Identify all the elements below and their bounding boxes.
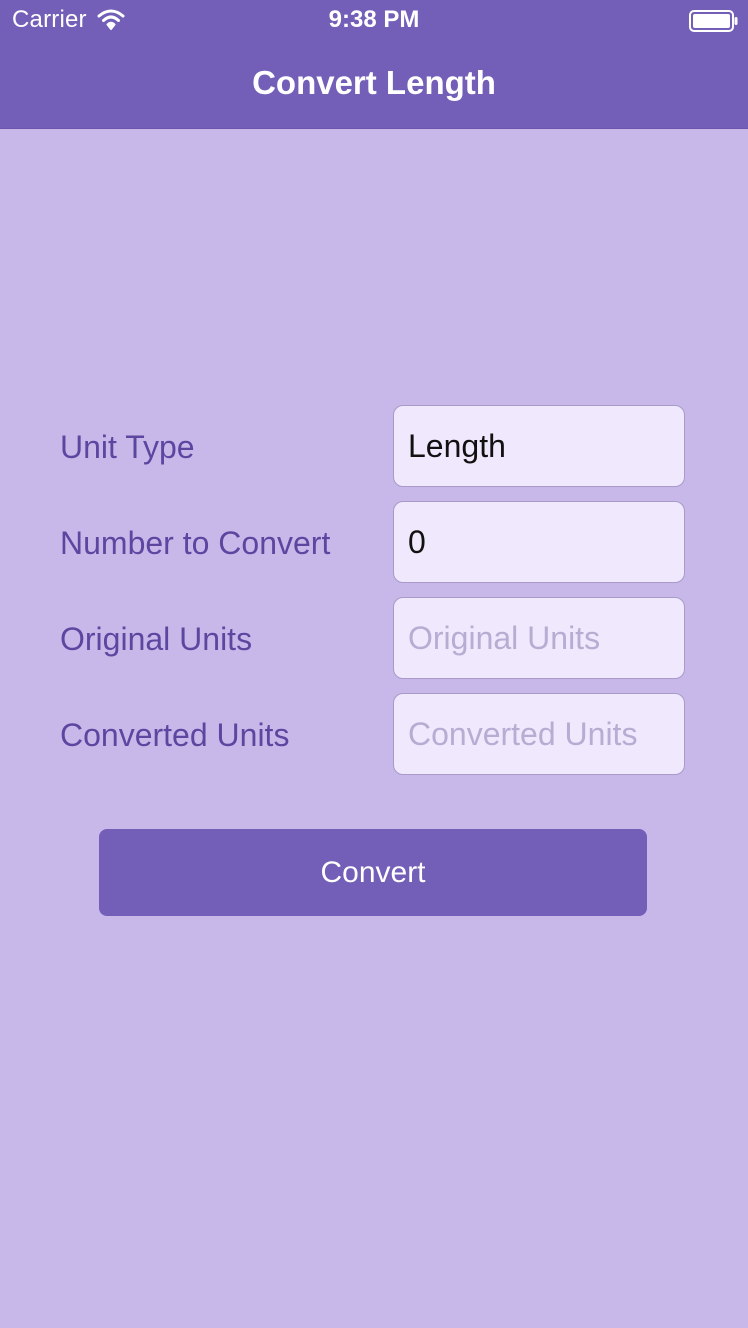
status-time: 9:38 PM	[328, 6, 420, 33]
number-to-convert-label: Number to Convert	[60, 525, 331, 561]
number-to-convert-field[interactable]	[393, 501, 685, 583]
convert-button[interactable]: Convert	[99, 829, 647, 916]
converted-units-label: Converted Units	[60, 717, 290, 753]
original-units-label: Original Units	[60, 621, 253, 657]
original-units-field[interactable]	[393, 597, 685, 679]
unit-type-field[interactable]	[393, 405, 685, 487]
status-bar: Carrier 9:38 PM	[0, 0, 748, 40]
page-title: Convert Length	[252, 64, 496, 101]
unit-type-label: Unit Type	[60, 429, 195, 465]
converted-units-field[interactable]	[393, 693, 685, 775]
battery-icon	[689, 10, 739, 32]
navigation-header: Carrier 9:38 PM Convert Length	[0, 0, 748, 129]
